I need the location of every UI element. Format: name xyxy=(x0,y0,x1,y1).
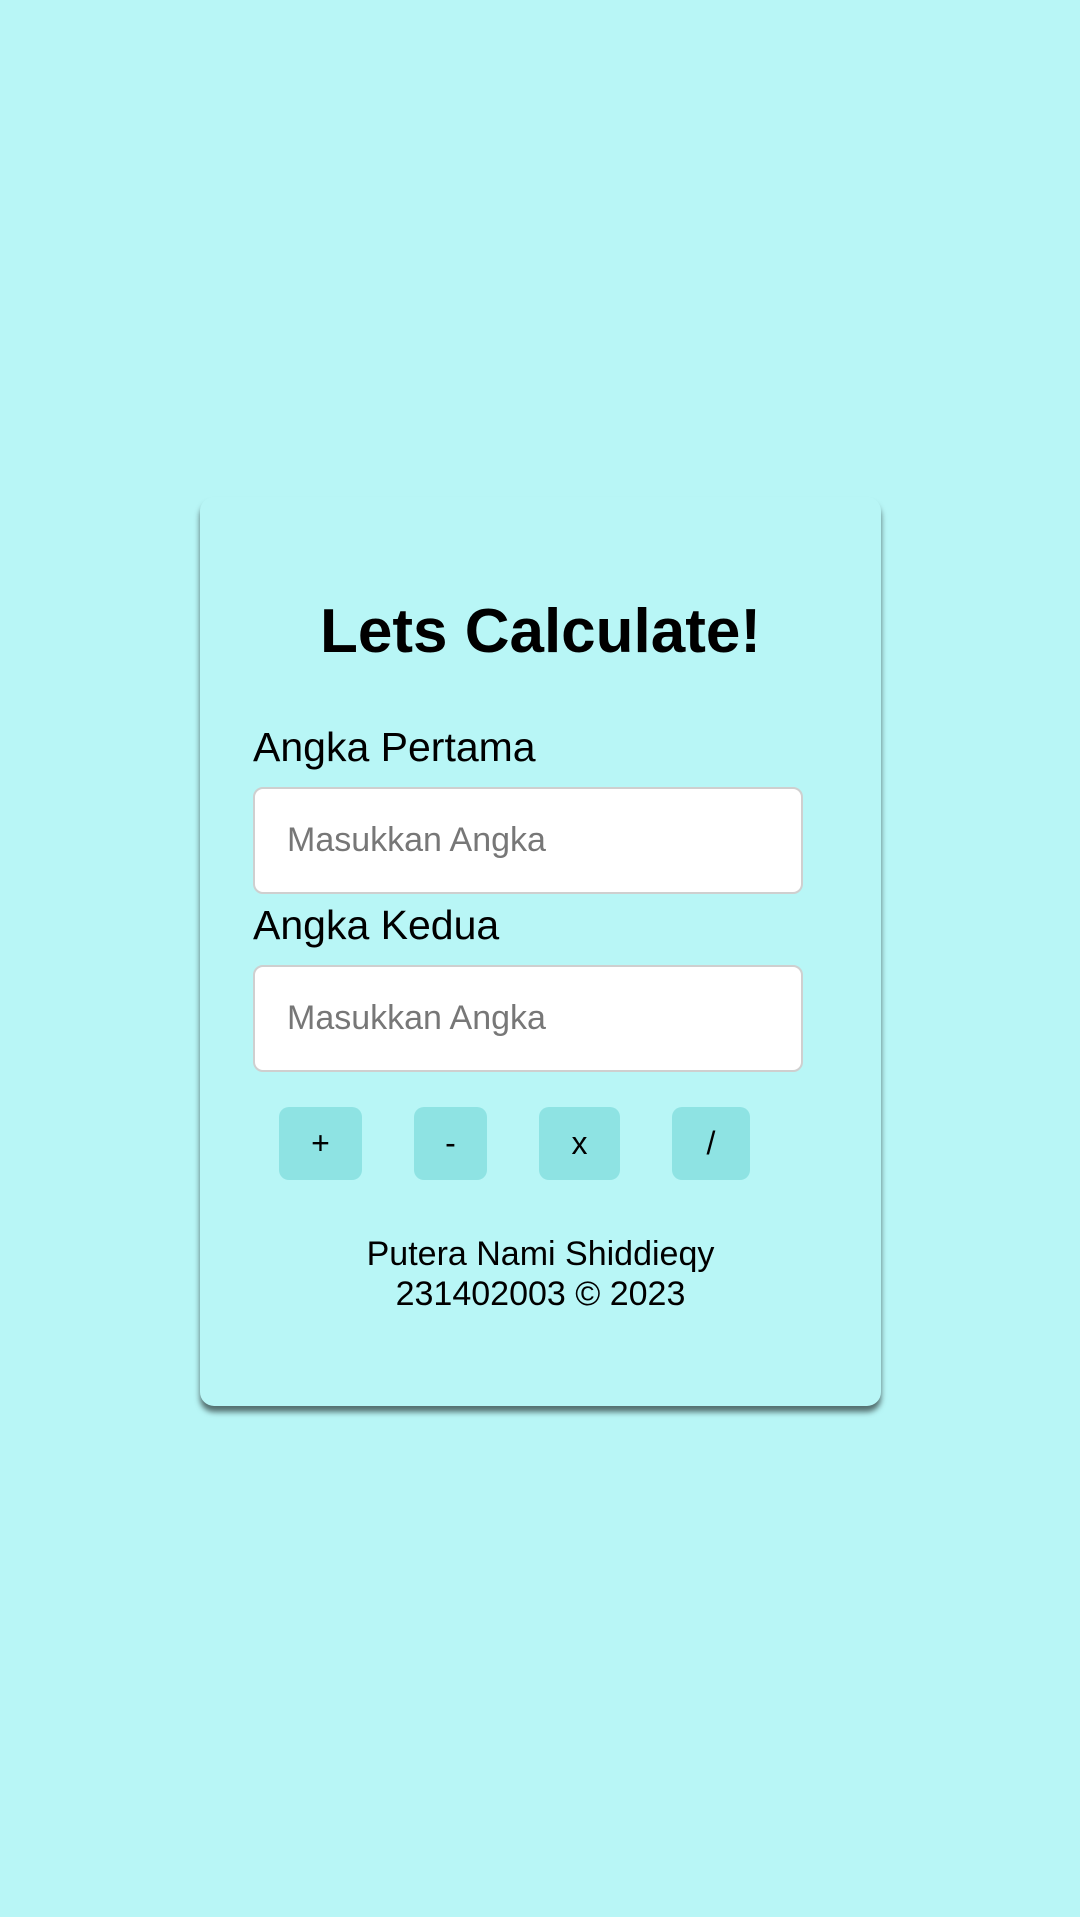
divide-button[interactable]: / xyxy=(672,1107,750,1180)
subtract-button[interactable]: - xyxy=(414,1107,487,1180)
calculator-card: Lets Calculate! Angka Pertama Angka Kedu… xyxy=(200,497,881,1406)
add-button[interactable]: + xyxy=(279,1107,362,1180)
first-number-input[interactable] xyxy=(253,787,803,894)
multiply-button[interactable]: x xyxy=(539,1107,620,1180)
page-title: Lets Calculate! xyxy=(319,597,762,666)
second-number-label: Angka Kedua xyxy=(253,902,500,948)
author-name: Putera Nami Shiddieqy xyxy=(366,1235,715,1273)
footer: Putera Nami Shiddieqy 231402003 © 2023 xyxy=(200,1234,881,1314)
author-id-copyright: 231402003 © 2023 xyxy=(395,1275,686,1313)
first-number-label: Angka Pertama xyxy=(253,724,536,770)
second-number-input[interactable] xyxy=(253,965,803,1072)
